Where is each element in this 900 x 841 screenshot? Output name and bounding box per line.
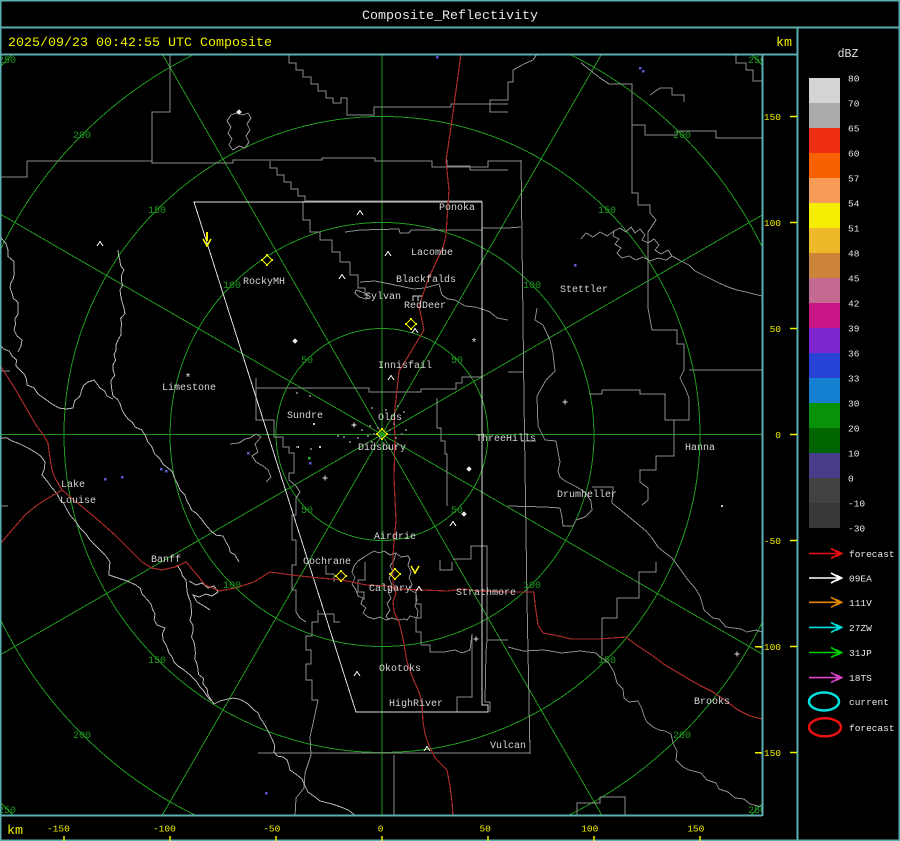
- svg-text:Banff: Banff: [151, 554, 181, 566]
- svg-text:150: 150: [148, 656, 166, 667]
- svg-text:150: 150: [687, 824, 704, 835]
- svg-text:42: 42: [848, 299, 860, 310]
- svg-text:Drumheller: Drumheller: [557, 489, 617, 501]
- svg-text:Airdrie: Airdrie: [374, 531, 416, 543]
- svg-text:Lake: Lake: [61, 479, 85, 491]
- svg-text:Sundre: Sundre: [287, 410, 323, 422]
- svg-text:200: 200: [673, 731, 691, 742]
- svg-text:70: 70: [848, 99, 860, 110]
- svg-text:Olds: Olds: [378, 412, 402, 424]
- svg-text:31JP: 31JP: [849, 648, 872, 659]
- svg-text:Louise: Louise: [60, 495, 96, 507]
- svg-text:51: 51: [848, 224, 860, 235]
- svg-text:45: 45: [848, 274, 860, 285]
- svg-text:36: 36: [848, 349, 860, 360]
- svg-text:100: 100: [523, 281, 541, 292]
- svg-text:Innisfail: Innisfail: [378, 360, 432, 372]
- svg-text:111V: 111V: [849, 598, 872, 609]
- svg-text:-100: -100: [758, 642, 781, 653]
- svg-text:57: 57: [848, 174, 859, 185]
- svg-text:Sylvan: Sylvan: [365, 291, 401, 303]
- svg-text:*: *: [471, 338, 478, 350]
- svg-text:50: 50: [479, 824, 491, 835]
- svg-text:Ponoka: Ponoka: [439, 202, 475, 214]
- svg-text:forecast: forecast: [849, 549, 895, 560]
- svg-text:150: 150: [598, 206, 616, 217]
- svg-text:250: 250: [0, 56, 16, 67]
- svg-text:50: 50: [301, 506, 313, 517]
- svg-text:-150: -150: [758, 748, 781, 759]
- svg-text:km: km: [7, 824, 23, 839]
- svg-text:200: 200: [673, 131, 691, 142]
- svg-text:Cochrane: Cochrane: [303, 556, 351, 568]
- svg-text:10: 10: [848, 449, 860, 460]
- svg-text:100: 100: [581, 824, 598, 835]
- svg-text:Strathmore: Strathmore: [456, 587, 516, 599]
- svg-text:2025/09/23 00:42:55 UTC Compos: 2025/09/23 00:42:55 UTC Composite: [8, 36, 272, 51]
- svg-text:65: 65: [848, 124, 860, 135]
- svg-text:ThreeHills: ThreeHills: [476, 433, 536, 445]
- svg-text:100: 100: [764, 218, 781, 229]
- svg-text:RockyMH: RockyMH: [243, 276, 285, 288]
- svg-text:-100: -100: [153, 824, 176, 835]
- svg-text:100: 100: [223, 581, 241, 592]
- svg-text:Vulcan: Vulcan: [490, 740, 526, 752]
- svg-text:current: current: [849, 697, 889, 708]
- svg-text:-50: -50: [764, 536, 781, 547]
- svg-text:-50: -50: [263, 824, 280, 835]
- svg-text:HighRiver: HighRiver: [389, 698, 443, 710]
- svg-text:dBZ: dBZ: [838, 48, 859, 61]
- svg-text:150: 150: [148, 206, 166, 217]
- svg-text:0: 0: [378, 824, 384, 835]
- svg-text:Stettler: Stettler: [560, 284, 608, 296]
- svg-text:50: 50: [301, 356, 313, 367]
- svg-text:Brooks: Brooks: [694, 696, 730, 708]
- svg-text:18TS: 18TS: [849, 673, 872, 684]
- svg-text:200: 200: [73, 731, 91, 742]
- svg-text:-30: -30: [848, 524, 865, 535]
- svg-text:50: 50: [451, 356, 463, 367]
- svg-text:Okotoks: Okotoks: [379, 663, 421, 675]
- svg-text:50: 50: [451, 506, 463, 517]
- svg-text:Composite_Reflectivity: Composite_Reflectivity: [362, 9, 538, 24]
- svg-text:80: 80: [848, 74, 860, 85]
- svg-text:09EA: 09EA: [849, 574, 872, 585]
- svg-text:100: 100: [223, 281, 241, 292]
- svg-text:forecast: forecast: [849, 723, 895, 734]
- svg-text:200: 200: [73, 131, 91, 142]
- svg-text:Lacombe: Lacombe: [411, 247, 453, 259]
- svg-text:50: 50: [770, 324, 782, 335]
- svg-text:km: km: [776, 36, 792, 51]
- svg-text:Blackfalds: Blackfalds: [396, 274, 456, 286]
- svg-text:150: 150: [598, 656, 616, 667]
- svg-text:20: 20: [848, 424, 860, 435]
- svg-text:0: 0: [848, 474, 854, 485]
- svg-text:*: *: [185, 373, 192, 385]
- svg-text:39: 39: [848, 324, 860, 335]
- svg-text:150: 150: [764, 112, 781, 123]
- svg-text:RedDeer: RedDeer: [404, 300, 446, 312]
- svg-text:27ZW: 27ZW: [849, 623, 872, 634]
- svg-text:100: 100: [523, 581, 541, 592]
- svg-text:-150: -150: [47, 824, 70, 835]
- svg-text:30: 30: [848, 399, 860, 410]
- svg-text:33: 33: [848, 374, 860, 385]
- svg-text:0: 0: [775, 430, 781, 441]
- svg-text:60: 60: [848, 149, 860, 160]
- svg-text:Calgary: Calgary: [369, 583, 411, 595]
- svg-text:54: 54: [848, 199, 860, 210]
- svg-text:-10: -10: [848, 499, 865, 510]
- svg-text:Hanna: Hanna: [685, 443, 715, 454]
- svg-text:48: 48: [848, 249, 860, 260]
